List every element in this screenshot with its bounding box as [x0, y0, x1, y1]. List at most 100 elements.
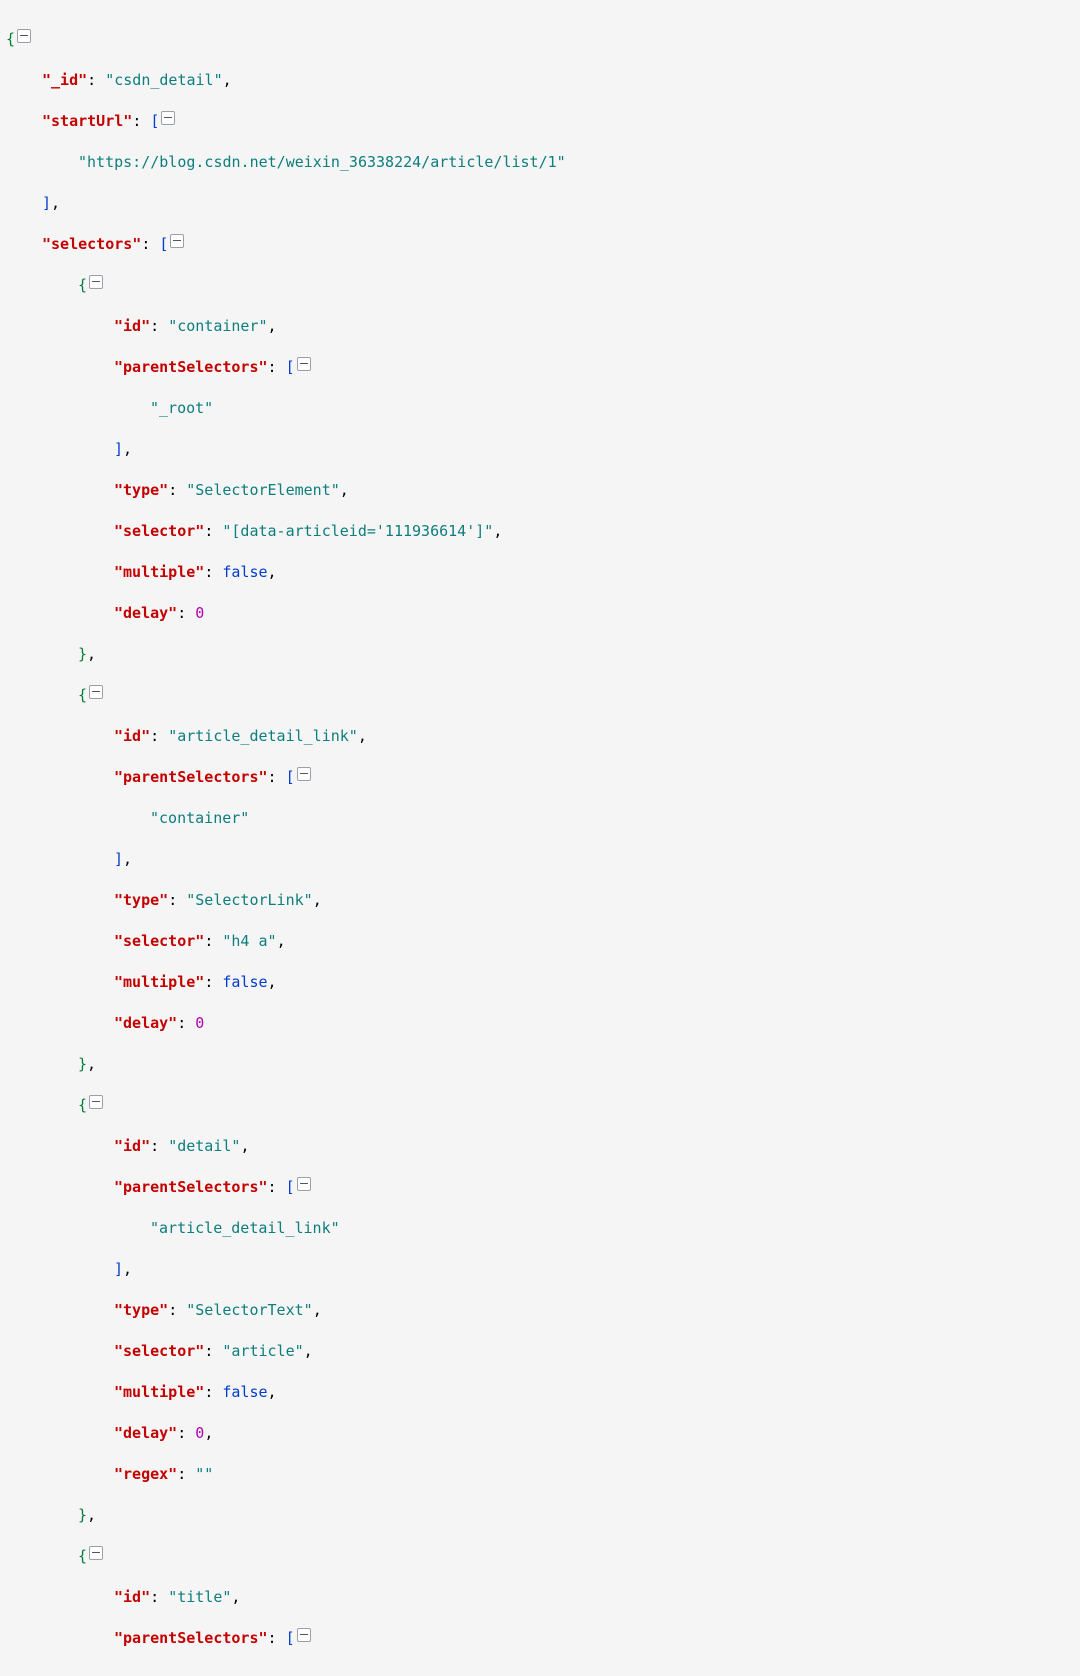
- collapse-icon[interactable]: [170, 234, 184, 248]
- key-parentSelectors: "parentSelectors": [114, 1178, 268, 1196]
- value-sel2-selector: "article": [222, 1342, 303, 1360]
- value-_id: "csdn_detail": [105, 71, 222, 89]
- value-sel0-multiple: false: [222, 563, 267, 581]
- line-sel3-ps: "parentSelectors": [: [6, 1628, 1074, 1649]
- line-startUrl-0: "https://blog.csdn.net/weixin_36338224/a…: [6, 152, 1074, 173]
- key-parentSelectors: "parentSelectors": [114, 1629, 268, 1647]
- line-sel0-ps0: "_root": [6, 398, 1074, 419]
- key-multiple: "multiple": [114, 563, 204, 581]
- line-sel1-multiple: "multiple": false,: [6, 972, 1074, 993]
- line-sel3-open: {: [6, 1546, 1074, 1567]
- line-sel0-open: {: [6, 275, 1074, 296]
- collapse-icon[interactable]: [297, 1628, 311, 1642]
- value-sel1-delay: 0: [195, 1014, 204, 1032]
- line-sel0-delay: "delay": 0: [6, 603, 1074, 624]
- line-sel2-multiple: "multiple": false,: [6, 1382, 1074, 1403]
- line-sel2-selector: "selector": "article",: [6, 1341, 1074, 1362]
- value-sel1-type: "SelectorLink": [186, 891, 312, 909]
- key-regex: "regex": [114, 1465, 177, 1483]
- line-sel2-delay: "delay": 0,: [6, 1423, 1074, 1444]
- key-multiple: "multiple": [114, 973, 204, 991]
- bracket-close: ]: [114, 1260, 123, 1278]
- brace-close: }: [78, 645, 87, 663]
- collapse-icon[interactable]: [297, 767, 311, 781]
- line-sel1-ps-close: ],: [6, 849, 1074, 870]
- line-sel0-type: "type": "SelectorElement",: [6, 480, 1074, 501]
- value-sel0-selector: "[data-articleid='111936614']": [222, 522, 493, 540]
- value-sel0-type: "SelectorElement": [186, 481, 340, 499]
- key-selector: "selector": [114, 522, 204, 540]
- collapse-icon[interactable]: [89, 275, 103, 289]
- bracket-open: [: [286, 358, 295, 376]
- value-sel1-ps0: "container": [150, 809, 249, 827]
- key-_id: "_id": [42, 71, 87, 89]
- line-sel0-close: },: [6, 644, 1074, 665]
- line-sel0-selector: "selector": "[data-articleid='111936614'…: [6, 521, 1074, 542]
- line-sel1-ps: "parentSelectors": [: [6, 767, 1074, 788]
- bracket-open: [: [286, 1629, 295, 1647]
- line-startUrl-close: ],: [6, 193, 1074, 214]
- line-sel1-ps0: "container": [6, 808, 1074, 829]
- collapse-icon[interactable]: [161, 111, 175, 125]
- key-type: "type": [114, 1301, 168, 1319]
- brace-open: {: [78, 276, 87, 294]
- collapse-icon[interactable]: [17, 29, 31, 43]
- line-sel1-delay: "delay": 0: [6, 1013, 1074, 1034]
- line-sel1-close: },: [6, 1054, 1074, 1075]
- key-type: "type": [114, 891, 168, 909]
- key-id: "id": [114, 1588, 150, 1606]
- brace-close: }: [78, 1506, 87, 1524]
- line-sel2-regex: "regex": "": [6, 1464, 1074, 1485]
- value-sel2-type: "SelectorText": [186, 1301, 312, 1319]
- key-selector: "selector": [114, 1342, 204, 1360]
- collapse-icon[interactable]: [297, 357, 311, 371]
- line-sel3-id: "id": "title",: [6, 1587, 1074, 1608]
- bracket-open: [: [150, 112, 159, 130]
- line-sel2-id: "id": "detail",: [6, 1136, 1074, 1157]
- line-sel1-id: "id": "article_detail_link",: [6, 726, 1074, 747]
- collapse-icon[interactable]: [89, 1546, 103, 1560]
- value-sel1-selector: "h4 a": [222, 932, 276, 950]
- value-sel2-regex: "": [195, 1465, 213, 1483]
- value-sel3-id: "title": [168, 1588, 231, 1606]
- line-_id: "_id": "csdn_detail",: [6, 70, 1074, 91]
- brace-open: {: [78, 686, 87, 704]
- brace-close: }: [78, 1055, 87, 1073]
- key-startUrl: "startUrl": [42, 112, 132, 130]
- key-id: "id": [114, 727, 150, 745]
- line-sel0-multiple: "multiple": false,: [6, 562, 1074, 583]
- bracket-close: ]: [114, 440, 123, 458]
- key-parentSelectors: "parentSelectors": [114, 768, 268, 786]
- line-open-root: {: [6, 29, 1074, 50]
- collapse-icon[interactable]: [89, 1095, 103, 1109]
- line-startUrl: "startUrl": [: [6, 111, 1074, 132]
- line-sel2-close: },: [6, 1505, 1074, 1526]
- key-delay: "delay": [114, 1424, 177, 1442]
- value-sel0-ps0: "_root": [150, 399, 213, 417]
- value-sel2-multiple: false: [222, 1383, 267, 1401]
- key-id: "id": [114, 1137, 150, 1155]
- line-sel0-ps: "parentSelectors": [: [6, 357, 1074, 378]
- bracket-close: ]: [114, 850, 123, 868]
- line-sel0-ps-close: ],: [6, 439, 1074, 460]
- brace-open: {: [78, 1096, 87, 1114]
- line-sel1-selector: "selector": "h4 a",: [6, 931, 1074, 952]
- value-sel1-id: "article_detail_link": [168, 727, 358, 745]
- key-delay: "delay": [114, 1014, 177, 1032]
- key-selectors: "selectors": [42, 235, 141, 253]
- collapse-icon[interactable]: [297, 1177, 311, 1191]
- key-id: "id": [114, 317, 150, 335]
- value-sel1-multiple: false: [222, 973, 267, 991]
- key-selector: "selector": [114, 932, 204, 950]
- brace-open: {: [78, 1547, 87, 1565]
- value-sel2-delay: 0: [195, 1424, 204, 1442]
- collapse-icon[interactable]: [89, 685, 103, 699]
- line-sel2-open: {: [6, 1095, 1074, 1116]
- key-parentSelectors: "parentSelectors": [114, 358, 268, 376]
- brace-open: {: [6, 30, 15, 48]
- bracket-open: [: [159, 235, 168, 253]
- value-sel2-ps0: "article_detail_link": [150, 1219, 340, 1237]
- value-startUrl-0: "https://blog.csdn.net/weixin_36338224/a…: [78, 153, 566, 171]
- line-selectors: "selectors": [: [6, 234, 1074, 255]
- line-sel2-type: "type": "SelectorText",: [6, 1300, 1074, 1321]
